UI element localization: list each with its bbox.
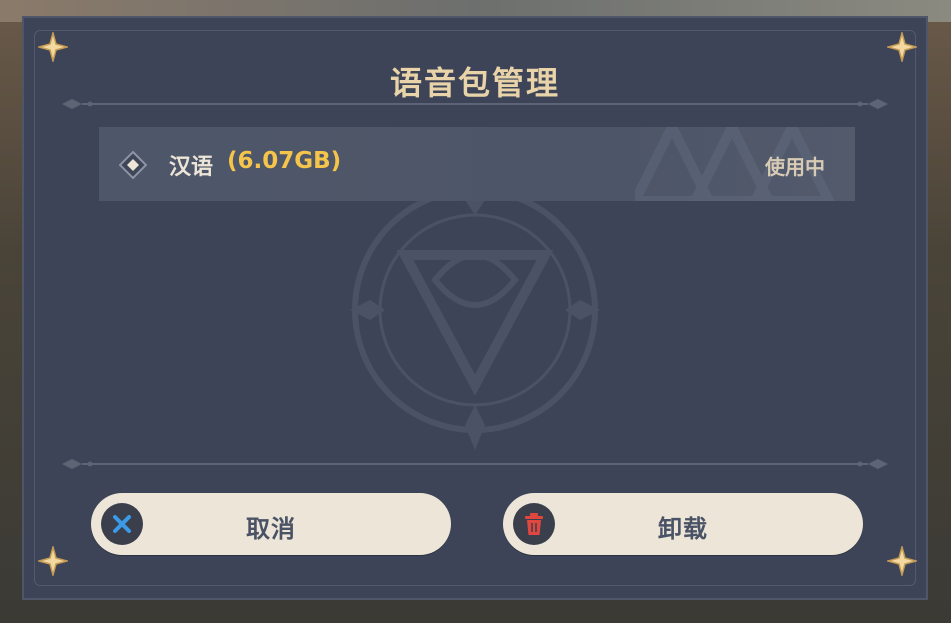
uninstall-button[interactable]: 卸载: [503, 493, 863, 555]
voice-pack-size: (6.07GB): [227, 148, 342, 174]
voice-pack-name: 汉语: [169, 155, 214, 180]
diamond-radio-icon[interactable]: [119, 151, 147, 179]
emblem-watermark-icon: [350, 180, 600, 450]
corner-ornament-icon: [38, 546, 68, 576]
voice-pack-item[interactable]: 汉语 (6.07GB) 使用中: [99, 127, 855, 201]
uninstall-button-label: 卸载: [658, 515, 708, 543]
title-divider: [62, 99, 888, 109]
voice-pack-status: 使用中: [765, 155, 825, 179]
corner-ornament-icon: [887, 546, 917, 576]
cancel-button[interactable]: 取消: [91, 493, 451, 555]
cancel-button-label: 取消: [246, 515, 296, 543]
